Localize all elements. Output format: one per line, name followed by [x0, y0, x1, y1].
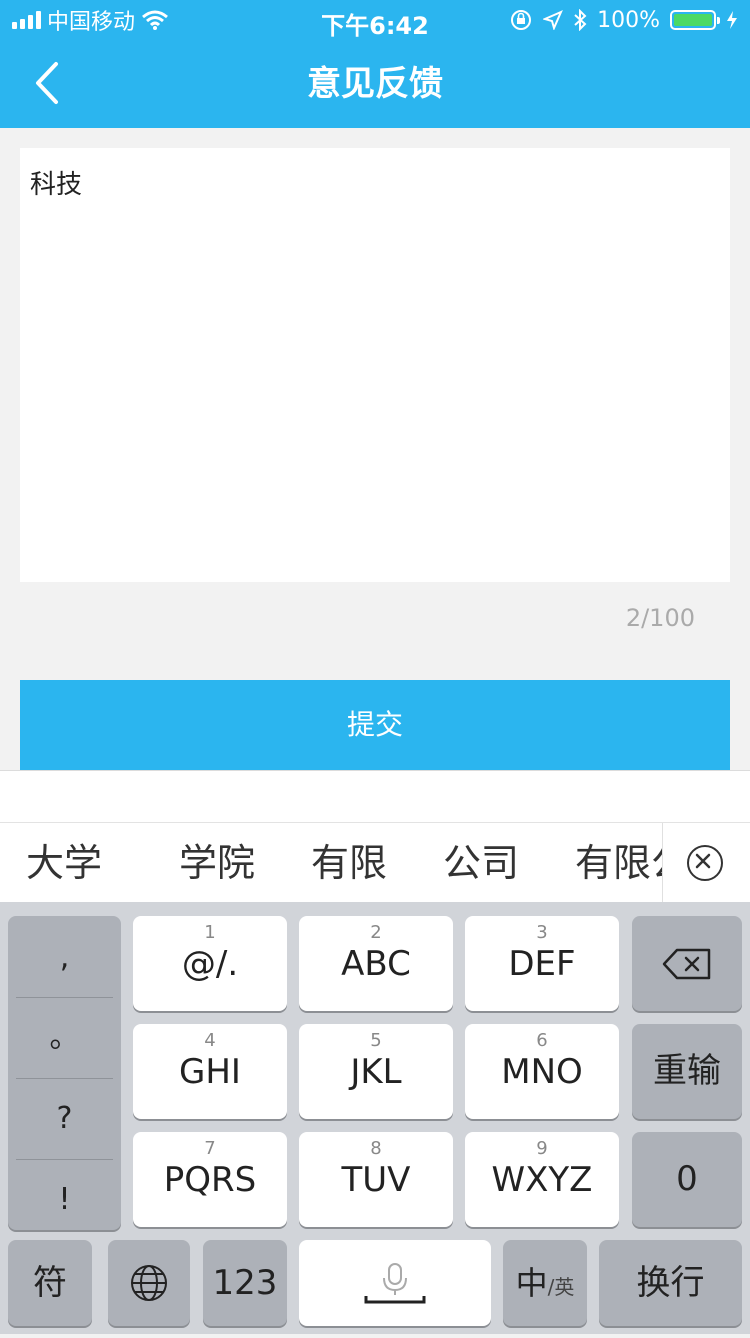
- space-key[interactable]: [299, 1240, 491, 1326]
- key-label: DEF: [508, 944, 576, 984]
- punct-period-key[interactable]: 。: [16, 998, 113, 1078]
- candidate-item[interactable]: 大学: [26, 823, 102, 903]
- key-number: 9: [536, 1138, 548, 1159]
- key-2[interactable]: 2 ABC: [299, 916, 453, 1011]
- feedback-text: 科技: [30, 170, 83, 200]
- key-7[interactable]: 7 PQRS: [133, 1132, 287, 1227]
- key-number: 3: [536, 922, 548, 943]
- lang-sub-label: /英: [547, 1275, 575, 1299]
- key-9[interactable]: 9 WXYZ: [465, 1132, 619, 1227]
- candidate-item[interactable]: 公司: [443, 823, 519, 903]
- status-right: 100%: [509, 6, 738, 34]
- return-key[interactable]: 换行: [599, 1240, 742, 1326]
- close-circle-icon: [687, 845, 723, 881]
- key-number: 4: [204, 1030, 216, 1051]
- status-bar: 中国移动 下午6:42 100%: [0, 0, 750, 40]
- globe-key[interactable]: [108, 1240, 190, 1326]
- key-5[interactable]: 5 JKL: [299, 1024, 453, 1119]
- key-number: 6: [536, 1030, 548, 1051]
- numbers-key[interactable]: 123: [203, 1240, 287, 1326]
- key-label: JKL: [350, 1052, 402, 1092]
- key-label: PQRS: [163, 1160, 257, 1200]
- charging-icon: [727, 11, 737, 29]
- reinput-key[interactable]: 重输: [632, 1024, 742, 1119]
- key-8[interactable]: 8 TUV: [299, 1132, 453, 1227]
- punct-exclaim-key[interactable]: !: [16, 1160, 113, 1240]
- candidate-item[interactable]: 学院: [179, 823, 255, 903]
- candidate-bar: 大学 学院 有限 公司 有限公: [0, 822, 750, 904]
- key-label: MNO: [501, 1052, 583, 1092]
- keyboard-compose-row: [0, 770, 750, 823]
- microphone-icon: [364, 1263, 426, 1304]
- zero-key[interactable]: 0: [632, 1132, 742, 1227]
- punctuation-column: , 。 ? !: [8, 916, 121, 1230]
- punct-question-key[interactable]: ?: [16, 1079, 113, 1159]
- key-4[interactable]: 4 GHI: [133, 1024, 287, 1119]
- key-number: 1: [204, 922, 216, 943]
- key-number: 7: [204, 1138, 216, 1159]
- battery-percent: 100%: [597, 7, 660, 33]
- key-6[interactable]: 6 MNO: [465, 1024, 619, 1119]
- keyboard: , 。 ? ! 1 @/. 2 ABC 3 DEF 4 GHI 5 JKL 6 …: [0, 902, 750, 1334]
- collapse-candidates-button[interactable]: [662, 823, 750, 903]
- key-label: GHI: [179, 1052, 241, 1092]
- globe-icon: [131, 1265, 167, 1301]
- submit-button[interactable]: 提交: [20, 680, 730, 770]
- key-label: ABC: [341, 944, 411, 984]
- char-counter: 2/100: [625, 604, 695, 632]
- page-title: 意见反馈: [307, 64, 443, 104]
- lang-main-label: 中: [515, 1264, 548, 1302]
- key-number: 8: [370, 1138, 382, 1159]
- key-label: WXYZ: [491, 1160, 593, 1200]
- feedback-textarea[interactable]: 科技: [20, 148, 730, 582]
- symbols-key[interactable]: 符: [8, 1240, 92, 1326]
- candidate-item[interactable]: 有限: [311, 823, 387, 903]
- rotation-lock-icon: [511, 10, 532, 30]
- key-3[interactable]: 3 DEF: [465, 916, 619, 1011]
- language-toggle-key[interactable]: 中/英: [503, 1240, 587, 1326]
- backspace-icon: [662, 948, 711, 980]
- punct-comma-key[interactable]: ,: [16, 918, 113, 998]
- key-1[interactable]: 1 @/.: [133, 916, 287, 1011]
- bluetooth-icon: [574, 9, 587, 31]
- key-label: TUV: [341, 1160, 411, 1200]
- key-number: 2: [370, 922, 382, 943]
- key-number: 5: [370, 1030, 382, 1051]
- key-label: @/.: [181, 944, 239, 984]
- location-icon: [543, 10, 564, 30]
- backspace-key[interactable]: [632, 916, 742, 1011]
- battery-icon: [670, 10, 720, 30]
